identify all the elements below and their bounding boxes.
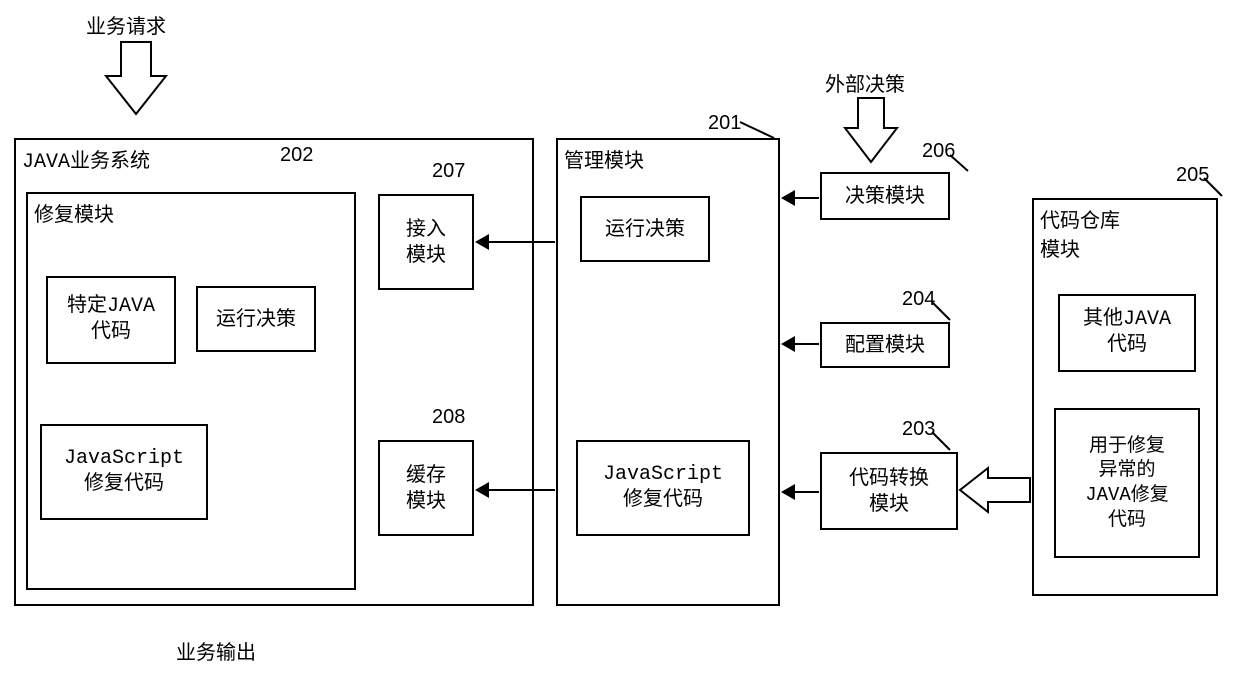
left-block-arrow-icon xyxy=(960,468,1030,512)
specific-java-code-box: 特定JAVA 代码 xyxy=(46,276,176,364)
decision-module-box: 决策模块 xyxy=(820,172,950,220)
leader-line xyxy=(932,302,952,322)
java-repair-code-box: 用于修复 异常的 JAVA修复 代码 xyxy=(1054,408,1200,558)
left-arrow-icon xyxy=(475,480,555,500)
num-202: 202 xyxy=(280,144,313,167)
mgmt-run-decision-box: 运行决策 xyxy=(580,196,710,262)
leader-line xyxy=(1204,178,1224,198)
num-207: 207 xyxy=(432,160,465,183)
code-repo-title: 代码仓库 模块 xyxy=(1034,200,1216,266)
mgmt-js-code-box: JavaScript 修复代码 xyxy=(576,440,750,536)
down-arrow-icon xyxy=(106,42,166,118)
leader-line xyxy=(950,155,970,173)
cache-module-box: 缓存 模块 xyxy=(378,440,474,536)
repair-module-title: 修复模块 xyxy=(28,194,354,231)
down-arrow-icon xyxy=(845,98,897,166)
repair-js-code-box: JavaScript 修复代码 xyxy=(40,424,208,520)
left-arrow-icon xyxy=(781,482,819,502)
repair-module-container: 修复模块 xyxy=(26,192,356,590)
access-module-box: 接入 模块 xyxy=(378,194,474,290)
code-convert-module-box: 代码转换 模块 xyxy=(820,452,958,530)
leader-line xyxy=(740,122,776,140)
num-201: 201 xyxy=(708,112,741,135)
num-208: 208 xyxy=(432,406,465,429)
other-java-code-box: 其他JAVA 代码 xyxy=(1058,294,1196,372)
leader-line xyxy=(932,432,952,452)
left-arrow-icon xyxy=(781,188,819,208)
mgmt-module-title: 管理模块 xyxy=(558,140,778,177)
left-arrow-icon xyxy=(475,232,555,252)
business-output-label: 业务输出 xyxy=(176,636,256,665)
repair-run-decision-box: 运行决策 xyxy=(196,286,316,352)
external-decision-label: 外部决策 xyxy=(825,68,905,97)
num-203: 203 xyxy=(902,418,935,441)
business-request-label: 业务请求 xyxy=(86,10,166,39)
left-arrow-icon xyxy=(781,334,819,354)
num-204: 204 xyxy=(902,288,935,311)
config-module-box: 配置模块 xyxy=(820,322,950,368)
